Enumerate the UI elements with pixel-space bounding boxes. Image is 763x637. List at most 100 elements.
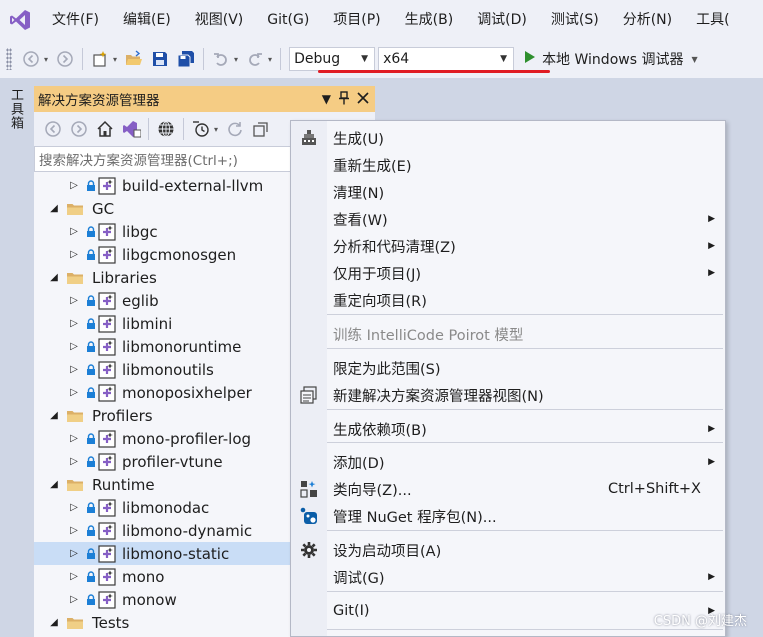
switch-views-icon[interactable]	[119, 117, 143, 141]
new-project-icon[interactable]	[88, 47, 112, 71]
collapsed-arrow-icon[interactable]: ▷	[68, 571, 80, 582]
cpp-project-icon	[98, 590, 116, 609]
collapsed-arrow-icon[interactable]: ▷	[68, 594, 80, 605]
context-menu-item[interactable]: 重新生成(E)	[291, 152, 725, 178]
cpp-project-icon	[98, 544, 116, 563]
context-menu-item[interactable]: 添加(D) ▶	[291, 449, 725, 475]
context-menu-item[interactable]: 管理 NuGet 程序包(N)...	[291, 503, 725, 529]
forward-icon[interactable]	[67, 117, 91, 141]
context-menu-item-label: 管理 NuGet 程序包(N)...	[333, 509, 497, 526]
submenu-arrow-icon: ▶	[708, 572, 715, 582]
back-icon[interactable]	[41, 117, 65, 141]
close-icon[interactable]	[357, 91, 369, 107]
menu-analyze[interactable]: 分析(N)	[611, 0, 684, 40]
collapsed-arrow-icon[interactable]: ▷	[68, 456, 80, 467]
lock-icon	[86, 179, 96, 192]
save-all-icon[interactable]	[174, 47, 198, 71]
context-menu-item-label: 训练 IntelliCode Poirot 模型	[333, 327, 524, 344]
context-menu-item[interactable]: 设为启动项目(A)	[291, 537, 725, 563]
collapsed-arrow-icon[interactable]: ▷	[68, 318, 80, 329]
menu-file[interactable]: 文件(F)	[40, 0, 111, 40]
solution-platform-dropdown[interactable]: x64 ▼	[378, 47, 515, 71]
collapsed-arrow-icon[interactable]: ▷	[68, 387, 80, 398]
visual-studio-logo-icon[interactable]	[0, 0, 40, 40]
context-menu-item[interactable]: 分析和代码清理(Z) ▶	[291, 233, 725, 259]
context-menu-item[interactable]: 调试(G) ▶	[291, 564, 725, 590]
home-icon[interactable]	[93, 117, 117, 141]
pending-changes-filter-icon[interactable]	[189, 117, 213, 141]
solution-explorer-title-bar[interactable]: 解决方案资源管理器 ▼	[34, 86, 375, 112]
menu-bar: 文件(F) 编辑(E) 视图(V) Git(G) 项目(P) 生成(B) 调试(…	[0, 0, 763, 40]
redo-dropdown-icon[interactable]: ▾	[268, 55, 272, 64]
collapsed-arrow-icon[interactable]: ▷	[68, 502, 80, 513]
toolbox-tab[interactable]: 工具箱	[6, 88, 25, 130]
menu-edit[interactable]: 编辑(E)	[111, 0, 183, 40]
menu-git[interactable]: Git(G)	[255, 0, 321, 40]
new-project-dropdown-icon[interactable]: ▾	[113, 55, 117, 64]
expanded-arrow-icon[interactable]: ◢	[48, 479, 60, 490]
play-icon	[524, 50, 536, 68]
collapsed-arrow-icon[interactable]: ▷	[68, 433, 80, 444]
collapsed-arrow-icon[interactable]: ▷	[68, 180, 80, 191]
redo-icon[interactable]	[243, 47, 267, 71]
collapsed-arrow-icon[interactable]: ▷	[68, 548, 80, 559]
back-icon[interactable]	[19, 47, 43, 71]
undo-dropdown-icon[interactable]: ▾	[234, 55, 238, 64]
context-menu-item[interactable]: 类向导(Z)... Ctrl+Shift+X	[291, 476, 725, 502]
filter-dropdown-icon[interactable]: ▾	[214, 125, 218, 134]
context-menu-item[interactable]: 限定为此范围(S)	[291, 355, 725, 381]
context-menu-item-label: 设为启动项目(A)	[333, 543, 442, 560]
menu-test[interactable]: 测试(S)	[539, 0, 611, 40]
start-debugging-button[interactable]: 本地 Windows 调试器	[524, 49, 683, 69]
save-icon[interactable]	[148, 47, 172, 71]
collapsed-arrow-icon[interactable]: ▷	[68, 525, 80, 536]
build-icon	[299, 128, 319, 148]
toolbar-grip[interactable]	[6, 48, 12, 70]
expanded-arrow-icon[interactable]: ◢	[48, 410, 60, 421]
collapsed-arrow-icon[interactable]: ▷	[68, 226, 80, 237]
back-dropdown-icon[interactable]: ▾	[44, 55, 48, 64]
collapsed-arrow-icon[interactable]: ▷	[68, 341, 80, 352]
menu-view[interactable]: 视图(V)	[183, 0, 256, 40]
context-menu-item[interactable]: 仅用于项目(J) ▶	[291, 260, 725, 286]
pin-icon[interactable]	[339, 90, 349, 108]
context-menu-item-label: 重新生成(E)	[333, 158, 412, 175]
context-menu-item-label: Git(I)	[333, 603, 370, 619]
forward-icon[interactable]	[53, 47, 77, 71]
collapsed-arrow-icon[interactable]: ▷	[68, 295, 80, 306]
context-menu-item[interactable]: 新建解决方案资源管理器视图(N)	[291, 382, 725, 408]
globe-icon[interactable]	[154, 117, 178, 141]
tree-item-label: Libraries	[92, 268, 157, 287]
lock-icon	[86, 225, 96, 238]
window-position-dropdown-icon[interactable]: ▼	[322, 92, 331, 106]
context-menu-item[interactable]: 生成依赖项(B) ▶	[291, 416, 725, 442]
gear-icon	[299, 540, 319, 560]
collapsed-arrow-icon[interactable]: ▷	[68, 364, 80, 375]
tree-item-label: Profilers	[92, 406, 153, 425]
menu-build[interactable]: 生成(B)	[393, 0, 466, 40]
context-menu-item[interactable]: 清理(N)	[291, 179, 725, 205]
lock-icon	[86, 570, 96, 583]
solution-configuration-dropdown[interactable]: Debug ▼	[289, 47, 376, 71]
open-folder-icon[interactable]	[122, 47, 146, 71]
lock-icon	[86, 547, 96, 560]
context-menu-item-label: 仅用于项目(J)	[333, 266, 422, 283]
context-menu-item[interactable]: 生成(U)	[291, 125, 725, 151]
new-view-icon	[299, 385, 319, 405]
menu-project[interactable]: 项目(P)	[321, 0, 392, 40]
refresh-icon[interactable]	[223, 117, 247, 141]
expanded-arrow-icon[interactable]: ◢	[48, 272, 60, 283]
expanded-arrow-icon[interactable]: ◢	[48, 617, 60, 628]
tree-item-label: GC	[92, 199, 115, 218]
tree-item-label: libmonodac	[122, 498, 210, 517]
start-debugging-label: 本地 Windows 调试器	[542, 52, 684, 68]
expanded-arrow-icon[interactable]: ◢	[48, 203, 60, 214]
context-menu-item[interactable]: 重定向项目(R)	[291, 287, 725, 313]
debug-target-dropdown-icon[interactable]: ▼	[691, 55, 697, 64]
undo-icon[interactable]	[209, 47, 233, 71]
context-menu-item[interactable]: 查看(W) ▶	[291, 206, 725, 232]
menu-tools[interactable]: 工具(	[684, 0, 741, 40]
collapsed-arrow-icon[interactable]: ▷	[68, 249, 80, 260]
collapse-all-icon[interactable]	[249, 117, 273, 141]
menu-debug[interactable]: 调试(D)	[465, 0, 539, 40]
